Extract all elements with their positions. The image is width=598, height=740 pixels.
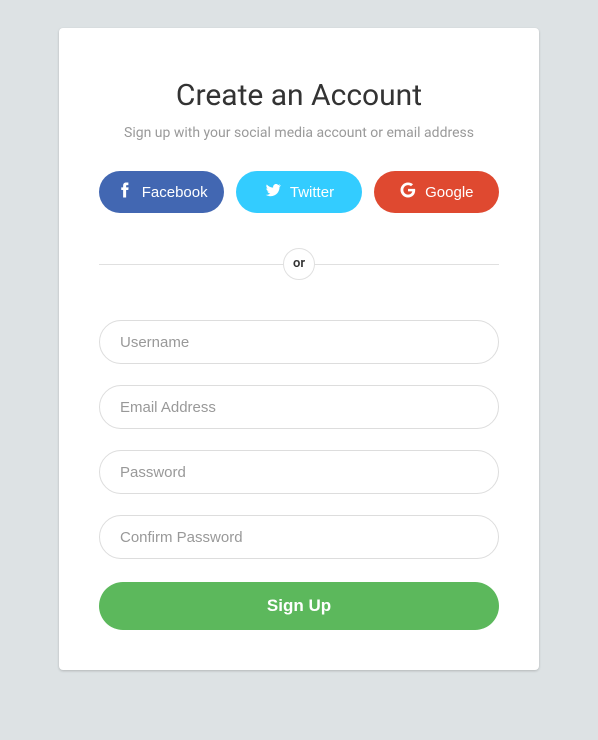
facebook-button[interactable]: Facebook [99,171,224,213]
facebook-label: Facebook [142,184,208,201]
social-buttons-row: Facebook Twitter Google [99,171,499,213]
twitter-label: Twitter [290,184,334,201]
signup-button[interactable]: Sign Up [99,582,499,630]
google-label: Google [425,184,473,201]
divider-text: or [283,248,315,280]
page-subtitle: Sign up with your social media account o… [99,125,499,141]
google-icon [399,181,417,203]
confirm-password-field[interactable] [99,515,499,559]
page-title: Create an Account [99,78,499,113]
twitter-icon [264,181,282,203]
divider: or [99,248,499,280]
username-field[interactable] [99,320,499,364]
password-field[interactable] [99,450,499,494]
facebook-icon [116,181,134,203]
signup-form: Sign Up [99,320,499,630]
signup-card: Create an Account Sign up with your soci… [59,28,539,670]
google-button[interactable]: Google [374,171,499,213]
twitter-button[interactable]: Twitter [236,171,361,213]
email-field[interactable] [99,385,499,429]
